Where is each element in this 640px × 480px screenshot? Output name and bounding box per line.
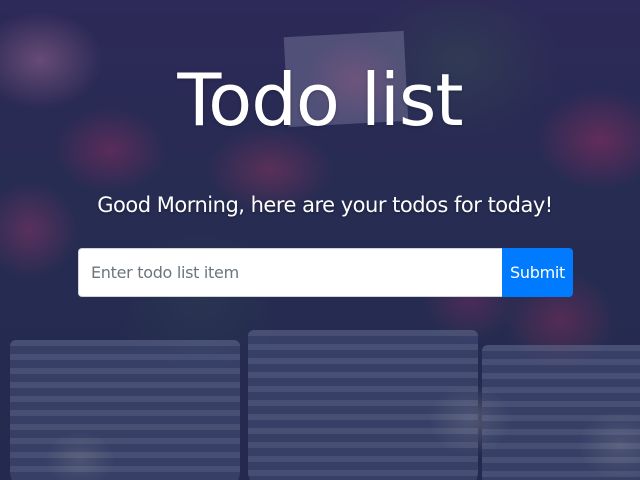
todo-input[interactable] — [78, 248, 502, 297]
hero: Todo list Good Morning, here are your to… — [0, 0, 640, 480]
greeting-text: Good Morning, here are your todos for to… — [97, 193, 553, 217]
page: Todo list Good Morning, here are your to… — [0, 0, 640, 480]
submit-button[interactable]: Submit — [502, 248, 573, 297]
page-title: Todo list — [177, 58, 463, 142]
todo-form: Submit — [78, 248, 573, 297]
